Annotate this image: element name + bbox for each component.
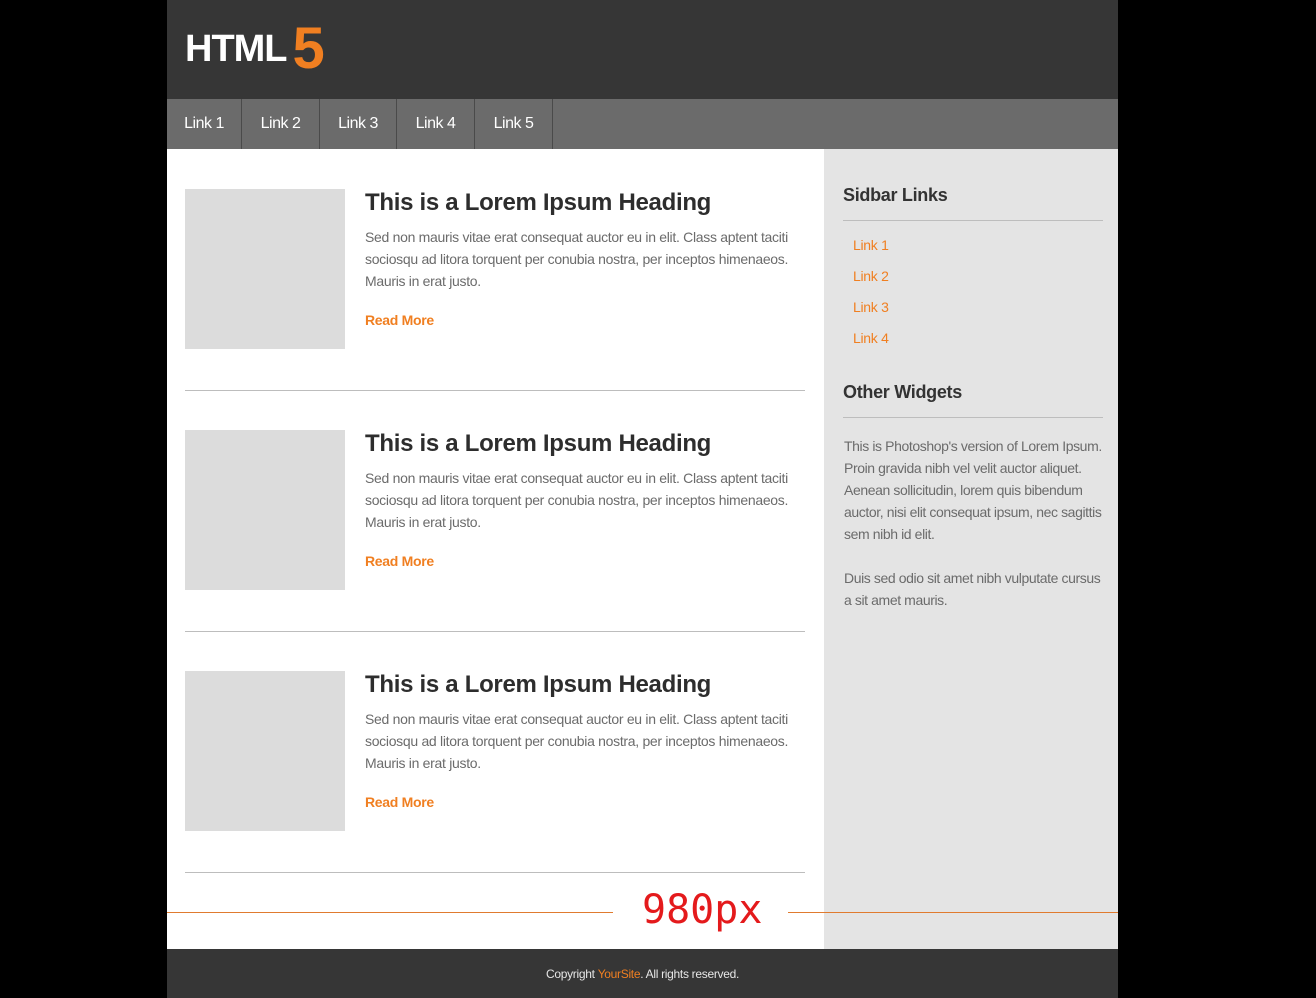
page-container: HTML 5 Link 1 Link 2 Link 3 Link 4 Link …	[167, 0, 1118, 998]
post-title: This is a Lorem Ipsum Heading	[365, 189, 712, 216]
post-thumbnail	[185, 671, 345, 831]
site-footer: Copyright YourSite . All rights reserved…	[167, 949, 1118, 998]
post-item: This is a Lorem Ipsum Heading Sed non ma…	[185, 189, 805, 391]
width-measure-line-right	[788, 912, 1118, 913]
footer-copyright-prefix: Copyright	[545, 966, 598, 981]
nav-link-5[interactable]: Link 5	[475, 99, 553, 149]
sidebar-links-list: Link 1 Link 2 Link 3 Link 4	[853, 237, 889, 361]
post-item: This is a Lorem Ipsum Heading Sed non ma…	[185, 430, 805, 632]
read-more-link[interactable]: Read More	[365, 794, 434, 810]
sidebar-link-2[interactable]: Link 2	[853, 268, 889, 299]
logo-number: 5	[292, 16, 325, 81]
site-header: HTML 5	[167, 0, 1118, 99]
post-excerpt: Sed non mauris vitae erat consequat auct…	[365, 470, 789, 530]
site-logo[interactable]: HTML 5	[185, 18, 325, 78]
nav-link-3[interactable]: Link 3	[320, 99, 397, 149]
nav-link-4[interactable]: Link 4	[397, 99, 475, 149]
widget-paragraph: This is Photoshop's version of Lorem Ips…	[844, 438, 1102, 542]
footer-brand-link[interactable]: YourSite	[598, 967, 641, 981]
widget-text: This is Photoshop's version of Lorem Ips…	[844, 435, 1106, 633]
post-title: This is a Lorem Ipsum Heading	[365, 671, 712, 698]
post-excerpt: Sed non mauris vitae erat consequat auct…	[365, 229, 789, 289]
footer-copyright-suffix: . All rights reserved.	[640, 966, 739, 981]
sidebar: Sidbar Links Link 1 Link 2 Link 3 Link 4…	[824, 149, 1118, 949]
main-content: This is a Lorem Ipsum Heading Sed non ma…	[167, 149, 824, 949]
read-more-link[interactable]: Read More	[365, 553, 434, 569]
post-title: This is a Lorem Ipsum Heading	[365, 430, 712, 457]
sidebar-link-3[interactable]: Link 3	[853, 299, 889, 330]
post-thumbnail	[185, 430, 345, 590]
post-thumbnail	[185, 189, 345, 349]
other-widgets-heading: Other Widgets	[843, 382, 1103, 418]
nav-link-2[interactable]: Link 2	[242, 99, 320, 149]
width-measure-label: 980px	[642, 887, 763, 933]
main-nav: Link 1 Link 2 Link 3 Link 4 Link 5	[167, 99, 1118, 149]
read-more-link[interactable]: Read More	[365, 312, 434, 328]
width-measure-line-left	[167, 912, 613, 913]
post-item: This is a Lorem Ipsum Heading Sed non ma…	[185, 671, 805, 873]
sidebar-link-4[interactable]: Link 4	[853, 330, 889, 361]
widget-paragraph: Duis sed odio sit amet nibh vulputate cu…	[844, 570, 1101, 608]
post-excerpt: Sed non mauris vitae erat consequat auct…	[365, 711, 789, 771]
logo-text: HTML	[185, 28, 288, 70]
sidebar-link-1[interactable]: Link 1	[853, 237, 889, 268]
nav-link-1[interactable]: Link 1	[167, 99, 242, 149]
sidebar-links-heading: Sidbar Links	[843, 185, 1103, 221]
